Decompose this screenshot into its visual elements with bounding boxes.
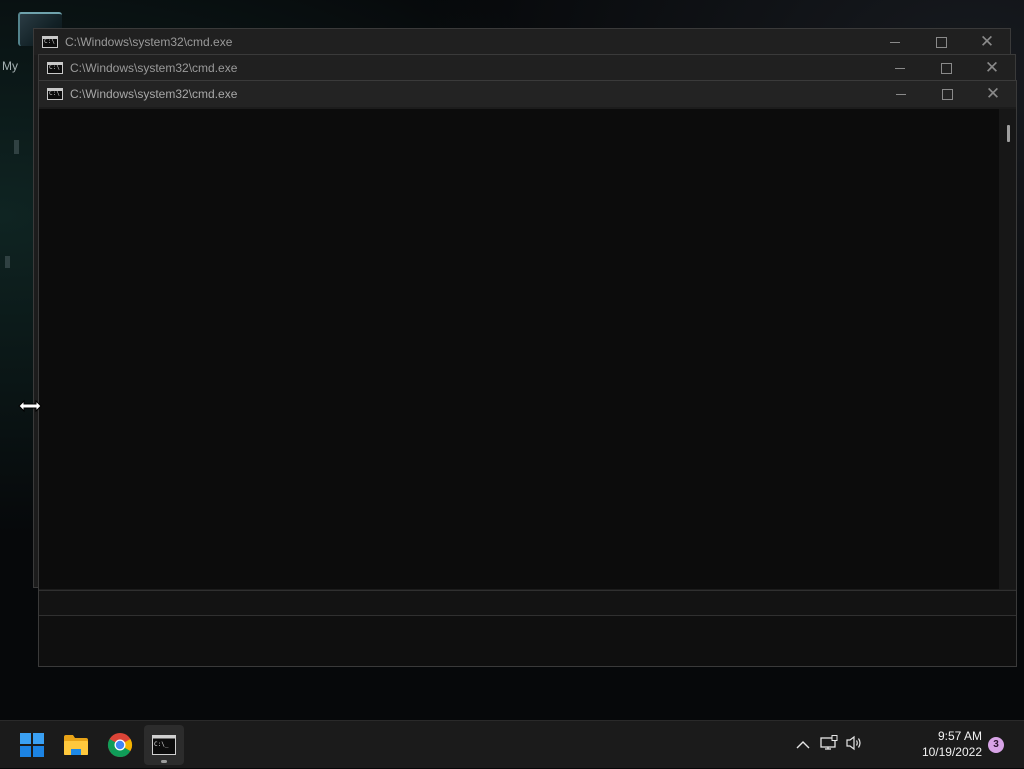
title-bar[interactable]: C:\Windows\system32\cmd.exe ✕ [39, 81, 1016, 107]
minimize-button[interactable] [877, 55, 923, 81]
windows-start-icon [20, 733, 44, 757]
close-button[interactable]: ✕ [964, 29, 1010, 55]
maximize-button[interactable] [923, 55, 969, 81]
maximize-icon [941, 88, 953, 100]
folder-icon [64, 735, 88, 755]
file-explorer-button[interactable] [56, 725, 96, 765]
vertical-scrollbar[interactable] [999, 109, 1016, 589]
cmd-window-front[interactable]: C:\Windows\system32\cmd.exe ✕ [38, 80, 1017, 667]
close-icon: ✕ [985, 84, 1001, 103]
close-icon: ✕ [979, 32, 995, 51]
start-button[interactable] [12, 725, 52, 765]
maximize-icon [935, 36, 947, 48]
taskbar: C:\_ 9:57 AM 10/19/2022 3 [0, 720, 1024, 768]
close-button[interactable]: ✕ [970, 81, 1016, 107]
scrollbar-thumb[interactable] [1007, 125, 1010, 142]
svg-text:C:\_: C:\_ [154, 741, 169, 748]
notification-badge[interactable]: 3 [988, 737, 1004, 753]
window-edge-band [39, 591, 1016, 615]
chrome-button[interactable] [100, 725, 140, 765]
window-title: C:\Windows\system32\cmd.exe [65, 35, 233, 49]
cmd-icon: C:\_ [152, 735, 176, 755]
minimize-button[interactable] [878, 81, 924, 107]
title-bar[interactable]: C:\Windows\system32\cmd.exe ✕ [39, 55, 1015, 81]
resize-horizontal-cursor [18, 399, 42, 413]
minimize-button[interactable] [872, 29, 918, 55]
close-icon: ✕ [984, 58, 1000, 77]
running-indicator [161, 760, 167, 763]
maximize-icon [940, 62, 952, 74]
show-hidden-icons-chevron-icon[interactable] [796, 737, 810, 753]
desktop-icon-label[interactable]: My [2, 59, 18, 73]
close-button[interactable]: ✕ [969, 55, 1015, 81]
clock-date: 10/19/2022 [921, 745, 982, 759]
clock-time: 9:57 AM [937, 729, 982, 743]
desktop-shortcut-fragment [5, 256, 10, 268]
window-title: C:\Windows\system32\cmd.exe [70, 87, 238, 101]
chrome-icon [107, 733, 133, 758]
title-bar[interactable]: C:\Windows\system32\cmd.exe ✕ [34, 29, 1010, 55]
minimize-icon [895, 67, 905, 69]
maximize-button[interactable] [924, 81, 970, 107]
system-tray [796, 721, 864, 769]
window-lower-area [39, 616, 1016, 666]
window-title: C:\Windows\system32\cmd.exe [70, 61, 238, 75]
console-output-area[interactable] [39, 109, 1016, 589]
minimize-icon [890, 41, 900, 43]
minimize-icon [896, 93, 906, 95]
cmd-icon [42, 36, 58, 48]
network-icon[interactable] [820, 734, 838, 756]
cmd-icon [47, 88, 63, 100]
desktop-shortcut-fragment [14, 140, 19, 154]
maximize-button[interactable] [918, 29, 964, 55]
cmd-icon [47, 62, 63, 74]
volume-icon[interactable] [846, 735, 864, 756]
cmd-taskbar-button[interactable]: C:\_ [144, 725, 184, 765]
clock[interactable]: 9:57 AM 10/19/2022 [922, 728, 982, 760]
